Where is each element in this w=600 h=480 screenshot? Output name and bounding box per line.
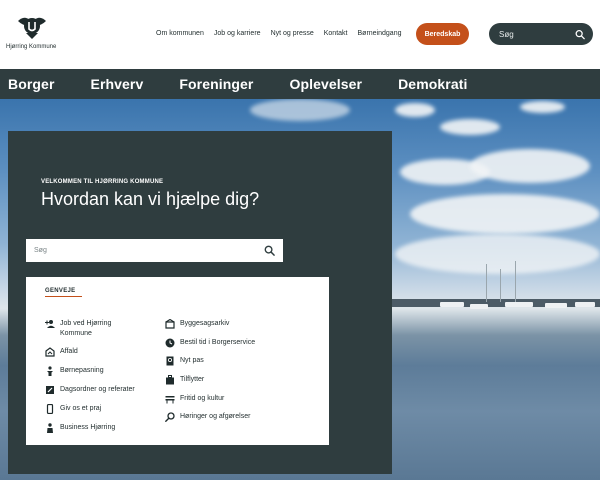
search-icon[interactable] xyxy=(264,245,275,256)
shortcut-business-hjorring[interactable]: Business Hjørring xyxy=(45,423,140,442)
hero-search xyxy=(26,239,283,262)
shortcut-tilflytter[interactable]: Tilflytter xyxy=(165,375,260,394)
search-icon xyxy=(165,412,175,423)
shortcut-horinger-og-afgorelser[interactable]: Høringer og afgørelser xyxy=(165,412,260,431)
shortcut-label: Bestil tid i Borgerservice xyxy=(180,338,256,346)
shortcut-label: Byggesagsarkiv xyxy=(180,320,230,327)
header-search xyxy=(489,23,593,45)
shortcut-bestil-tid-i-borgerservice[interactable]: Bestil tid i Borgerservice xyxy=(165,338,260,357)
shortcuts-column-right: Byggesagsarkiv Bestil tid i Borgerservic… xyxy=(165,319,260,431)
shortcut-giv-os-et-praj[interactable]: Giv os et praj xyxy=(45,404,140,423)
shortcut-label: Job ved Hjørring Kommune xyxy=(60,320,112,337)
toplink-nyt-og-presse[interactable]: Nyt og presse xyxy=(271,30,314,37)
toplink-kontakt[interactable]: Kontakt xyxy=(324,30,348,37)
shortcut-label: Tilflytter xyxy=(180,376,205,384)
bench-icon xyxy=(165,395,175,404)
header-search-input[interactable] xyxy=(499,29,575,39)
logo-link[interactable]: Hjørring Kommune xyxy=(6,12,58,54)
passport-icon xyxy=(166,356,174,366)
shortcut-job-ved-hjorring-kommune[interactable]: Job ved Hjørring Kommune xyxy=(45,319,140,347)
shortcuts-column-left: Job ved Hjørring Kommune Affald Børnepas… xyxy=(45,319,140,442)
nav-borger[interactable]: Borger xyxy=(8,76,55,92)
toplink-job-og-karriere[interactable]: Job og karriere xyxy=(214,30,261,37)
shortcuts-title-underline xyxy=(45,296,82,297)
luggage-icon xyxy=(166,375,174,385)
top-links: Om kommunen Job og karriere Nyt og press… xyxy=(156,30,401,37)
shortcut-bornepasning[interactable]: Børnepasning xyxy=(45,366,140,385)
beredskab-button[interactable]: Beredskab xyxy=(416,23,469,45)
shortcut-nyt-pas[interactable]: Nyt pas xyxy=(165,356,260,375)
nav-demokrati[interactable]: Demokrati xyxy=(398,76,467,92)
shortcut-label: Nyt pas xyxy=(180,357,204,365)
welcome-label: VELKOMMEN TIL HJØRRING KOMMUNE xyxy=(41,179,164,185)
shortcut-label: Børnepasning xyxy=(60,367,104,374)
nav-foreninger[interactable]: Foreninger xyxy=(179,76,253,92)
shortcut-label: Affald xyxy=(60,348,78,355)
crane-icon xyxy=(165,319,175,329)
shortcut-affald[interactable]: Affald xyxy=(45,347,140,366)
shortcut-byggesagsarkiv[interactable]: Byggesagsarkiv xyxy=(165,319,260,338)
toplink-borneindgang[interactable]: Børneindgang xyxy=(358,30,402,37)
shortcuts-box: GENVEJE Job ved Hjørring Kommune Affald xyxy=(26,277,329,445)
shortcut-fritid-og-kultur[interactable]: Fritid og kultur xyxy=(165,394,260,413)
edit-icon xyxy=(46,386,54,394)
child-icon xyxy=(47,366,53,376)
welcome-panel: VELKOMMEN TIL HJØRRING KOMMUNE Hvordan k… xyxy=(8,131,392,474)
shortcuts-title: GENVEJE xyxy=(45,288,76,294)
shortcut-label: Høringer og afgørelser xyxy=(180,413,251,421)
business-icon xyxy=(47,423,53,433)
shortcut-label: Business Hjørring xyxy=(60,424,116,431)
shortcut-label: Fritid og kultur xyxy=(180,394,225,402)
hero-headline: Hvordan kan vi hjælpe dig? xyxy=(41,189,260,209)
hjorring-crest-icon xyxy=(18,17,46,39)
clock-icon xyxy=(165,338,175,348)
logo-text: Hjørring Kommune xyxy=(6,44,57,50)
phone-icon xyxy=(46,404,54,414)
search-icon[interactable] xyxy=(575,29,585,40)
toplink-om-kommunen[interactable]: Om kommunen xyxy=(156,30,204,37)
hero-search-input[interactable] xyxy=(34,247,254,254)
site-header: Hjørring Kommune Om kommunen Job og karr… xyxy=(0,0,600,69)
nav-oplevelser[interactable]: Oplevelser xyxy=(289,76,362,92)
shortcut-dagsordner-og-referater[interactable]: Dagsordner og referater xyxy=(45,385,140,404)
shortcut-label: Giv os et praj xyxy=(60,405,102,412)
nav-erhverv[interactable]: Erhverv xyxy=(91,76,144,92)
shortcut-label: Dagsordner og referater xyxy=(60,386,135,393)
hero-section: VELKOMMEN TIL HJØRRING KOMMUNE Hvordan k… xyxy=(0,99,600,480)
recycle-icon xyxy=(45,347,55,357)
person-add-icon xyxy=(45,320,55,328)
main-nav: Borger Erhverv Foreninger Oplevelser Dem… xyxy=(0,69,600,99)
